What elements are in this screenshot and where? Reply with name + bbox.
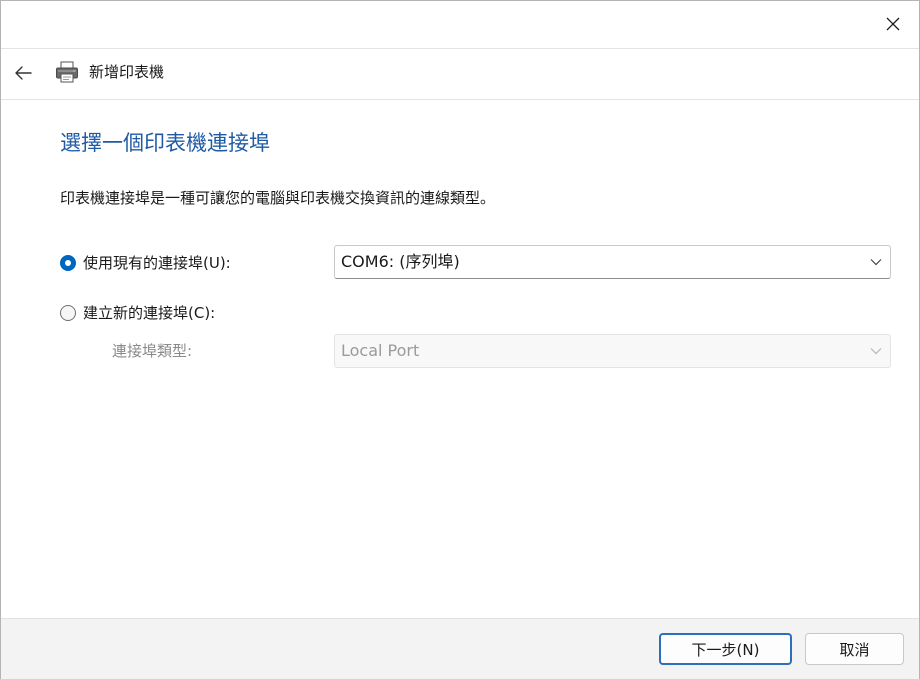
use-existing-port-option[interactable]: 使用現有的連接埠(U): <box>60 253 231 273</box>
existing-port-select[interactable]: COM6: (序列埠) <box>334 245 891 279</box>
create-new-port-option[interactable]: 建立新的連接埠(C): <box>60 303 215 323</box>
title-bar <box>1 1 919 48</box>
close-icon <box>886 17 900 31</box>
wizard-title: 新增印表機 <box>89 63 165 81</box>
use-existing-port-label: 使用現有的連接埠(U): <box>83 254 231 272</box>
next-button[interactable]: 下一步(N) <box>659 633 792 665</box>
existing-port-value: COM6: (序列埠) <box>341 252 460 271</box>
page-description: 印表機連接埠是一種可讓您的電腦與印表機交換資訊的連線類型。 <box>60 189 496 207</box>
create-new-port-label: 建立新的連接埠(C): <box>83 304 216 322</box>
close-button[interactable] <box>875 7 911 41</box>
printer-icon <box>56 61 78 83</box>
use-existing-port-radio[interactable] <box>60 255 76 271</box>
wizard-nav-bar: 新增印表機 <box>1 49 919 99</box>
add-printer-dialog: 新增印表機 選擇一個印表機連接埠 印表機連接埠是一種可讓您的電腦與印表機交換資訊… <box>0 0 920 679</box>
port-type-select: Local Port <box>334 334 891 368</box>
dialog-footer: 下一步(N) 取消 <box>1 618 919 679</box>
cancel-button[interactable]: 取消 <box>805 633 904 665</box>
page-heading: 選擇一個印表機連接埠 <box>60 131 270 155</box>
back-button[interactable] <box>7 57 39 89</box>
chevron-down-icon <box>870 348 882 355</box>
create-new-port-radio[interactable] <box>60 305 76 321</box>
chevron-down-icon <box>870 259 882 266</box>
port-type-label: 連接埠類型: <box>112 342 193 360</box>
port-type-value: Local Port <box>341 341 420 360</box>
nav-divider <box>1 99 919 100</box>
back-arrow-icon <box>15 66 32 80</box>
